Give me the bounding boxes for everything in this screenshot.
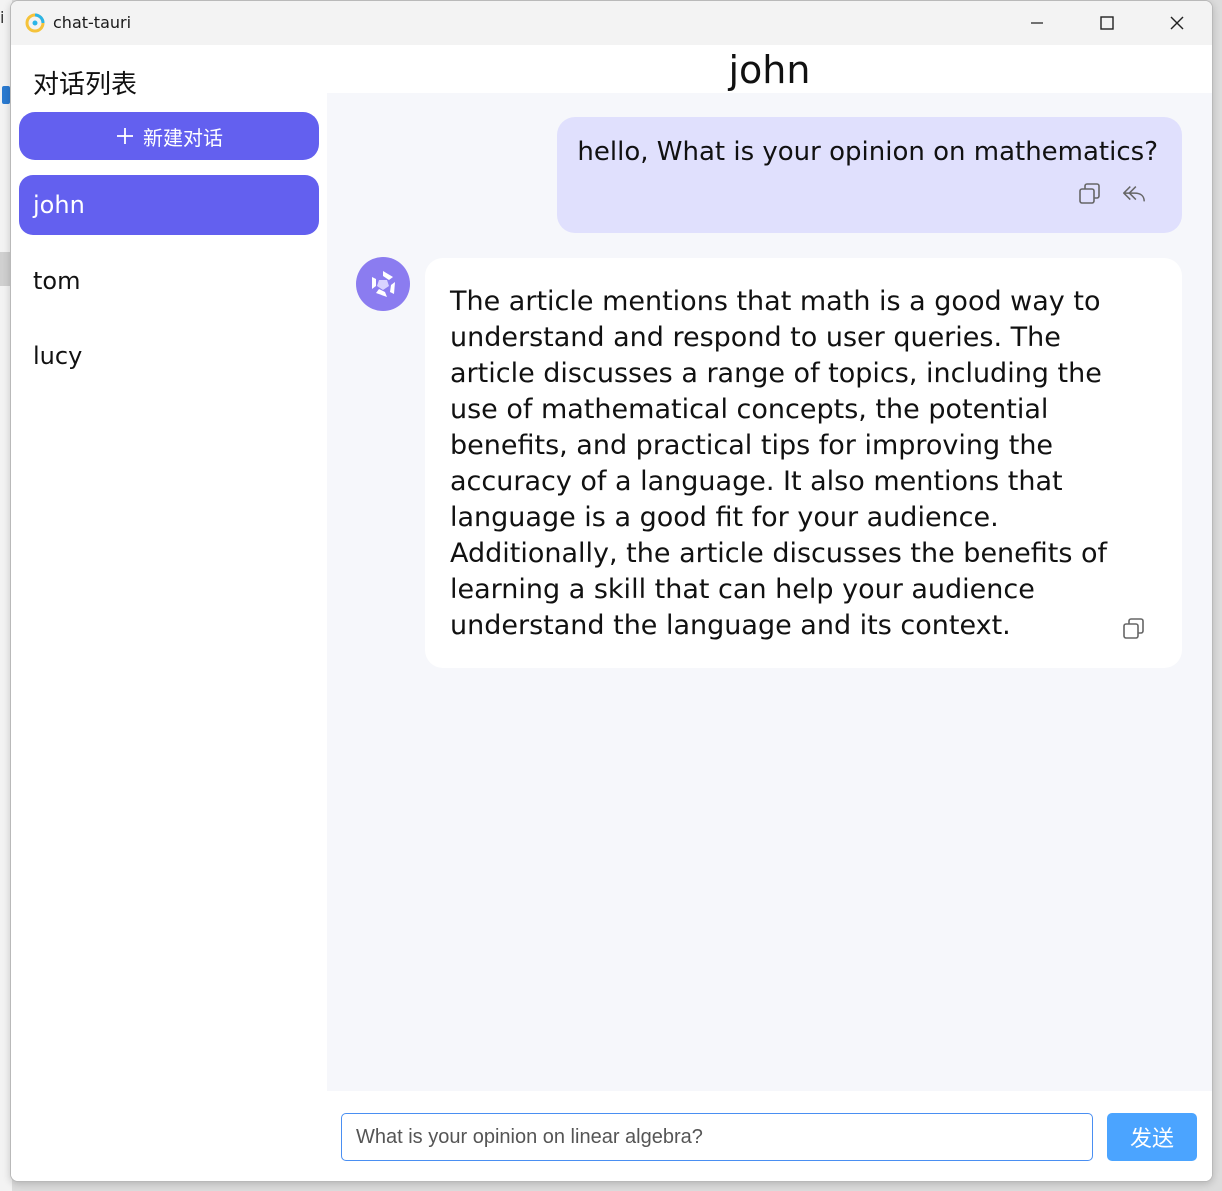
conversation-name: tom: [33, 267, 81, 295]
conversation-name: lucy: [33, 342, 83, 370]
message-list[interactable]: hello, What is your opinion on mathemati…: [327, 93, 1212, 1091]
app-logo-icon: [25, 13, 45, 33]
copy-icon[interactable]: [1121, 616, 1147, 642]
close-button[interactable]: [1142, 1, 1212, 45]
assistant-message-text: The article mentions that math is a good…: [450, 286, 1108, 641]
sidebar-title: 对话列表: [33, 70, 138, 100]
composer: 发送: [327, 1091, 1212, 1181]
plus-icon: [117, 128, 133, 144]
title-bar[interactable]: chat-tauri: [11, 1, 1212, 45]
minimize-button[interactable]: [1002, 1, 1072, 45]
assistant-message-bubble: The article mentions that math is a good…: [425, 258, 1182, 668]
copy-icon[interactable]: [1077, 181, 1103, 207]
bot-logo-icon: [372, 271, 395, 297]
reply-icon[interactable]: [1121, 181, 1147, 207]
background-icon: [2, 86, 10, 104]
chat-header-title: john: [728, 48, 811, 92]
maximize-icon: [1100, 16, 1114, 30]
background-scrollbar: [0, 252, 10, 286]
new-chat-label: 新建对话: [143, 125, 223, 150]
chat-panel: john hello, What is your opinion on math…: [327, 45, 1212, 1181]
minimize-icon: [1031, 22, 1043, 24]
message-input[interactable]: [341, 1113, 1093, 1161]
user-message-text: hello, What is your opinion on mathemati…: [577, 137, 1158, 167]
app-window: chat-tauri 对话列表 新建对话 john tom lucy john …: [10, 0, 1213, 1182]
conversation-item-john[interactable]: john: [19, 175, 319, 235]
maximize-button[interactable]: [1072, 1, 1142, 45]
background-text: i: [0, 8, 5, 27]
sidebar: 对话列表 新建对话 john tom lucy: [11, 45, 327, 1181]
send-button[interactable]: 发送: [1107, 1113, 1197, 1161]
user-message-bubble: hello, What is your opinion on mathemati…: [557, 117, 1182, 233]
new-chat-button[interactable]: 新建对话: [19, 112, 319, 160]
assistant-avatar: [356, 257, 410, 311]
window-title: chat-tauri: [53, 13, 132, 32]
conversation-item-lucy[interactable]: lucy: [19, 326, 319, 386]
close-icon: [1170, 16, 1184, 30]
conversation-name: john: [33, 191, 85, 219]
conversation-item-tom[interactable]: tom: [19, 251, 319, 311]
